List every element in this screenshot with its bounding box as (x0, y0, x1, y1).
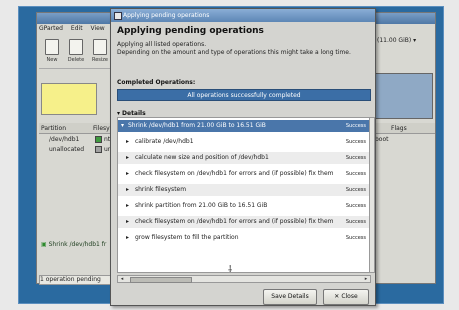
progress-text: All operations successfully completed (187, 92, 301, 99)
status-bar: 1 operation pending (39, 275, 117, 285)
details-expander[interactable]: ▾ Details (117, 110, 217, 117)
operation-label: check filesystem on /dev/hdb1 for errors… (135, 170, 334, 177)
partition-graph-unallocated[interactable] (373, 73, 433, 119)
expander-arrow-icon: ▸ (126, 202, 130, 209)
disk-selector-label: (11.00 GiB) (377, 37, 412, 44)
close-icon: ✕ (334, 293, 340, 300)
operation-state: Success (345, 155, 366, 161)
dialog-heading: Applying pending operations (117, 26, 264, 36)
save-details-button[interactable]: Save Details (263, 289, 317, 305)
main-menubar: GParted Edit View (39, 25, 113, 36)
toolbar-new-label: New (46, 57, 58, 63)
window-icon (114, 12, 122, 20)
row-flags: boot (375, 136, 389, 143)
dialog-titlebar[interactable]: Applying pending operations (111, 9, 375, 22)
save-details-label: Save Details (271, 293, 309, 300)
toolbar-resize-button[interactable]: Resize (89, 39, 109, 67)
toolbar-new-button[interactable]: New (41, 39, 61, 67)
expander-arrow-icon: ▸ (126, 234, 130, 241)
expander-arrow-icon: ▸ (126, 186, 130, 193)
dialog-description: Applying all listed operations. (117, 41, 207, 48)
operation-label: shrink filesystem (135, 186, 187, 193)
toolbar-delete-label: Delete (67, 57, 85, 63)
operation-state: Success (345, 203, 366, 209)
pending-operation-item[interactable]: ▣ Shrink /dev/hdb1 fr (41, 241, 111, 251)
operation-label: calculate new size and position of /dev/… (135, 154, 269, 161)
vertical-scrollbar[interactable] (369, 117, 375, 273)
mouse-cursor-icon: ⸸ (228, 265, 233, 275)
operation-row[interactable]: ▸ grow filesystem to fill the partition … (118, 232, 370, 244)
details-label: Details (122, 110, 146, 117)
row-partition: unallocated (49, 146, 85, 153)
resize-icon (93, 39, 107, 55)
header-flags[interactable]: Flags (391, 125, 407, 132)
operation-row[interactable]: ▸ calculate new size and position of /de… (118, 152, 370, 164)
delete-icon (69, 39, 83, 55)
menu-edit[interactable]: Edit (71, 25, 83, 32)
operation-row-shrink[interactable]: ▾ Shrink /dev/hdb1 from 21.00 GiB to 16.… (118, 120, 370, 132)
scrollbar-thumb[interactable] (130, 277, 192, 283)
dialog-description-detail: Depending on the amount and type of oper… (117, 49, 351, 56)
progress-bar: All operations successfully completed (117, 89, 371, 101)
operation-state: Success (345, 187, 366, 193)
menu-gparted[interactable]: GParted (39, 25, 63, 32)
operation-row[interactable]: ▸ shrink filesystem Success (118, 184, 370, 196)
operation-state: Success (345, 219, 366, 225)
expander-arrow-icon: ▸ (126, 138, 130, 145)
row-partition: /dev/hdb1 (49, 136, 80, 143)
expander-arrow-icon: ▸ (126, 218, 130, 225)
expander-arrow-icon: ▾ (121, 122, 125, 129)
apply-operations-dialog: Applying pending operations Applying pen… (110, 8, 376, 306)
disk-selector[interactable]: (11.00 GiB) ▾ (377, 37, 437, 67)
operations-tree[interactable]: ▾ Shrink /dev/hdb1 from 21.00 GiB to 16.… (117, 117, 371, 273)
close-label: Close (341, 293, 358, 300)
new-icon (45, 39, 59, 55)
fs-color-swatch (95, 136, 102, 143)
operation-label: Shrink /dev/hdb1 from 21.00 GiB to 16.51… (128, 122, 266, 129)
expander-arrow-icon: ▸ (126, 170, 130, 177)
operation-label: grow filesystem to fill the partition (135, 234, 239, 241)
operation-state: Success (345, 139, 366, 145)
menu-view[interactable]: View (90, 25, 104, 32)
operation-row[interactable]: ▸ check filesystem on /dev/hdb1 for erro… (118, 168, 370, 180)
chevron-down-icon: ▾ (413, 37, 417, 44)
completed-operations-label: Completed Operations: (117, 79, 196, 86)
expander-arrow-icon: ▸ (126, 154, 130, 161)
operation-row[interactable]: ▸ check filesystem on /dev/hdb1 for erro… (118, 216, 370, 228)
pending-operation-label: Shrink /dev/hdb1 fr (48, 241, 107, 248)
fs-color-swatch (95, 146, 102, 153)
scroll-left-icon[interactable]: ◂ (119, 276, 125, 282)
operation-state: Success (345, 123, 366, 129)
operation-label: check filesystem on /dev/hdb1 for errors… (135, 218, 334, 225)
operation-state: Success (345, 171, 366, 177)
operation-row[interactable]: ▸ shrink partition from 21.00 GiB to 16.… (118, 200, 370, 212)
shrink-icon: ▣ (41, 241, 47, 248)
scroll-right-icon[interactable]: ▸ (363, 276, 369, 282)
main-toolbar: New Delete Resize (39, 37, 113, 69)
horizontal-scrollbar[interactable]: ◂ ▸ (117, 275, 371, 283)
operation-row[interactable]: ▸ calibrate /dev/hdb1 Success (118, 136, 370, 148)
operation-label: calibrate /dev/hdb1 (135, 138, 194, 145)
toolbar-delete-button[interactable]: Delete (65, 39, 85, 67)
dialog-title: Applying pending operations (123, 12, 210, 19)
partition-graph-ntfs[interactable] (41, 83, 97, 115)
close-button[interactable]: ✕ Close (323, 289, 369, 305)
header-partition[interactable]: Partition (41, 125, 66, 132)
operation-label: shrink partition from 21.00 GiB to 16.51… (135, 202, 268, 209)
operation-state: Success (345, 235, 366, 241)
expander-arrow-icon: ▾ (117, 110, 121, 117)
